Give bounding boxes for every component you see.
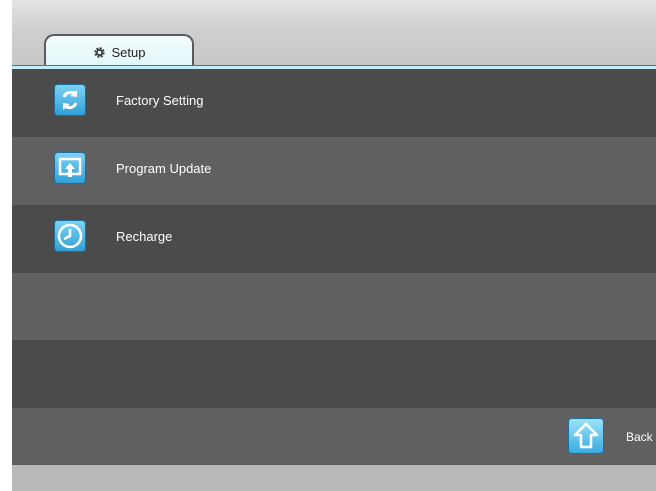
- menu-item-label: Recharge: [116, 229, 173, 244]
- menu-item-label: Program Update: [116, 161, 212, 176]
- tab-setup[interactable]: Setup: [44, 34, 194, 68]
- bottom-bar: [12, 465, 656, 491]
- empty-row: [12, 340, 656, 408]
- gear-icon: [93, 46, 106, 59]
- clock-icon: [54, 220, 86, 252]
- back-arrow-icon[interactable]: [568, 418, 604, 454]
- menu-item-recharge[interactable]: Recharge: [12, 205, 656, 273]
- refresh-icon: [54, 84, 86, 116]
- setup-window: Setup Factory Setting Program Update Rec…: [12, 0, 656, 491]
- menu-item-label: Factory Setting: [116, 93, 204, 108]
- menu-item-program-update[interactable]: Program Update: [12, 137, 656, 205]
- menu-list: Factory Setting Program Update Recharge: [12, 69, 656, 465]
- footer-row: Back: [12, 408, 656, 465]
- menu-item-factory-setting[interactable]: Factory Setting: [12, 69, 656, 137]
- upload-icon: [54, 152, 86, 184]
- back-button[interactable]: Back: [626, 430, 653, 444]
- empty-row: [12, 273, 656, 341]
- tab-label: Setup: [111, 44, 146, 60]
